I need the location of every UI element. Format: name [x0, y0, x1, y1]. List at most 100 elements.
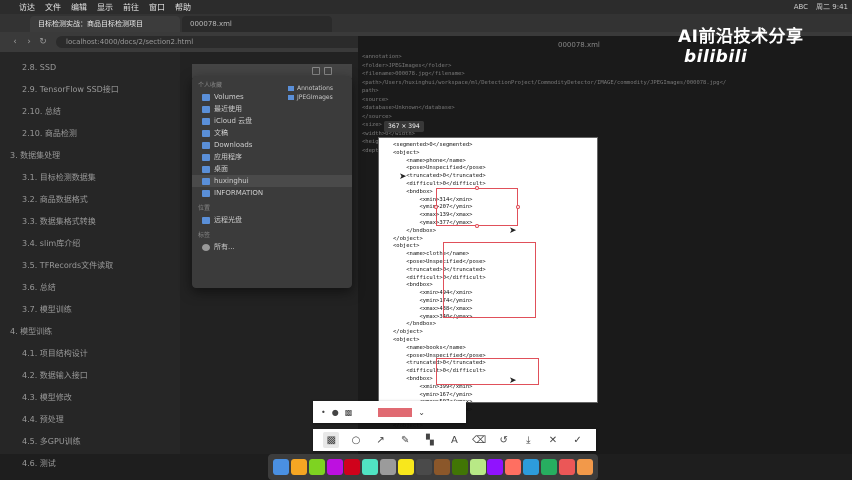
- tab-xml[interactable]: 000078.xml: [182, 16, 332, 32]
- view-list-icon[interactable]: [324, 67, 332, 75]
- finder-sidebar-item[interactable]: huxinghui: [192, 175, 352, 187]
- download-icon[interactable]: ⤓: [520, 432, 536, 448]
- toc-item[interactable]: 3.5. TFRecords文件读取: [0, 254, 180, 276]
- finder-sidebar-item[interactable]: 最近使用: [192, 103, 352, 115]
- annotation-rect-clothe[interactable]: [443, 242, 536, 318]
- eraser-icon[interactable]: ⌫: [471, 432, 487, 448]
- text-icon[interactable]: A: [446, 432, 462, 448]
- annotation-rect-phone[interactable]: [436, 188, 518, 226]
- menu-item-view[interactable]: 显示: [92, 2, 118, 13]
- finder-item-remote-disc[interactable]: 远程光盘: [192, 214, 352, 226]
- color-swatch[interactable]: [378, 407, 413, 417]
- clock-status[interactable]: 周二 9:41: [812, 2, 852, 12]
- dock-app-icon[interactable]: [523, 459, 540, 475]
- dock-app-icon[interactable]: [541, 459, 558, 475]
- dock-app-icon[interactable]: [415, 459, 432, 475]
- check-icon[interactable]: ✓: [570, 432, 586, 448]
- menu-item-help[interactable]: 帮助: [170, 2, 196, 13]
- large-size-icon[interactable]: ●: [332, 408, 339, 417]
- resize-handle[interactable]: [516, 205, 520, 209]
- dock-app-icon[interactable]: [344, 459, 361, 475]
- resize-handle[interactable]: [475, 224, 479, 228]
- dock-app-icon[interactable]: [398, 459, 415, 475]
- editor-line: <filename>000078.jpg</filename>: [362, 71, 465, 77]
- url-input[interactable]: localhost:4000/docs/2/section2.html: [56, 36, 376, 48]
- mosaic-grid-icon[interactable]: ▚: [422, 432, 438, 448]
- capture-size-badge: 367 × 394: [384, 121, 424, 132]
- dock-app-icon[interactable]: [362, 459, 379, 475]
- circle-icon[interactable]: ○: [348, 432, 364, 448]
- toc-item[interactable]: 4.4. 预处理: [0, 408, 180, 430]
- input-source-status[interactable]: ABC: [790, 3, 812, 11]
- dock-app-icon[interactable]: [326, 459, 343, 475]
- dock-app-icon[interactable]: [505, 459, 522, 475]
- menu-item-file[interactable]: 文件: [40, 2, 66, 13]
- toc-item[interactable]: 4.2. 数据输入接口: [0, 364, 180, 386]
- toc-item[interactable]: 3.3. 数据集格式转换: [0, 210, 180, 232]
- finder-item-all-tags[interactable]: 所有...: [192, 241, 352, 253]
- dock-app-icon[interactable]: [576, 459, 593, 475]
- resize-handle[interactable]: [434, 205, 438, 209]
- toc-item[interactable]: 3.7. 模型训练: [0, 298, 180, 320]
- tag-icon: [202, 243, 210, 251]
- dock-app-icon[interactable]: [487, 459, 504, 475]
- dock-app-icon[interactable]: [469, 459, 486, 475]
- reload-icon[interactable]: ↻: [36, 37, 50, 47]
- toc-item[interactable]: 3.6. 总结: [0, 276, 180, 298]
- dock-app-icon[interactable]: [272, 459, 289, 475]
- mosaic-icon[interactable]: ▩: [345, 408, 353, 417]
- dock-app-icon[interactable]: [290, 459, 307, 475]
- toc-item[interactable]: 2.10. 总结: [0, 100, 180, 122]
- doc-toc: 2.8. SSD 2.9. TensorFlow SSD接口 2.10. 总结 2.1…: [0, 52, 180, 468]
- editor-line: <size>: [362, 122, 382, 128]
- toc-item[interactable]: 3.4. slim库介绍: [0, 232, 180, 254]
- finder-locations-label: 位置: [198, 205, 211, 212]
- folder-icon: [202, 117, 210, 125]
- menu-item-finder[interactable]: 访达: [14, 2, 40, 13]
- folder-icon: [288, 95, 294, 100]
- dock-app-icon[interactable]: [558, 459, 575, 475]
- view-icon[interactable]: [312, 67, 320, 75]
- toc-item[interactable]: 4. 模型训练: [0, 320, 180, 342]
- mosaic-icon[interactable]: ▩: [323, 432, 340, 448]
- toc-item[interactable]: 2.9. TensorFlow SSD接口: [0, 78, 180, 100]
- chevron-down-icon[interactable]: ⌄: [418, 408, 425, 417]
- toc-item[interactable]: 3.2. 商品数据格式: [0, 188, 180, 210]
- folder-jpegimages[interactable]: JPEGImages: [288, 93, 333, 102]
- toc-item[interactable]: 4.6. 测试: [0, 452, 180, 474]
- finder-sidebar-item[interactable]: 应用程序: [192, 151, 352, 163]
- dock-app-icon[interactable]: [308, 459, 325, 475]
- toc-item[interactable]: 2.10. 商品检测: [0, 122, 180, 144]
- screenshot-capture-region[interactable]: <segmented>0</segmented> <object> <name>p…: [379, 138, 597, 436]
- toc-item[interactable]: 4.3. 模型修改: [0, 386, 180, 408]
- finder-sidebar-item[interactable]: iCloud 云盘: [192, 115, 352, 127]
- finder-sidebar-item[interactable]: 桌面: [192, 163, 352, 175]
- finder-sidebar-item[interactable]: Downloads: [192, 139, 352, 151]
- folder-annotations[interactable]: Annotations: [288, 84, 333, 93]
- close-icon[interactable]: ✕: [545, 432, 561, 448]
- forward-icon[interactable]: ›: [22, 37, 36, 47]
- arrow-icon[interactable]: ↗: [373, 432, 389, 448]
- resize-handle[interactable]: [475, 186, 479, 190]
- annotation-rect-books[interactable]: [436, 358, 539, 385]
- finder-sidebar-item[interactable]: 文稿: [192, 127, 352, 139]
- folder-icon: [202, 141, 210, 149]
- dock-app-icon[interactable]: [433, 459, 450, 475]
- toc-item[interactable]: 3. 数据集处理: [0, 144, 180, 166]
- tab-doc[interactable]: 目标检测实战：商品目标检测项目: [30, 16, 180, 32]
- small-size-icon[interactable]: •: [321, 408, 326, 417]
- menu-item-window[interactable]: 窗口: [144, 2, 170, 13]
- toc-item[interactable]: 3.1. 目标检测数据集: [0, 166, 180, 188]
- menu-item-go[interactable]: 前往: [118, 2, 144, 13]
- pen-icon[interactable]: ✎: [397, 432, 413, 448]
- toc-item[interactable]: 4.1. 项目结构设计: [0, 342, 180, 364]
- editor-line: <database>Unknown</database>: [362, 105, 455, 111]
- menu-item-edit[interactable]: 编辑: [66, 2, 92, 13]
- undo-icon[interactable]: ↺: [496, 432, 512, 448]
- toc-item[interactable]: 4.5. 多GPU训练: [0, 430, 180, 452]
- back-icon[interactable]: ‹: [8, 37, 22, 47]
- dock-app-icon[interactable]: [380, 459, 397, 475]
- finder-sidebar-item[interactable]: INFORMATION: [192, 187, 352, 199]
- toc-item[interactable]: 2.8. SSD: [0, 56, 180, 78]
- dock-app-icon[interactable]: [451, 459, 468, 475]
